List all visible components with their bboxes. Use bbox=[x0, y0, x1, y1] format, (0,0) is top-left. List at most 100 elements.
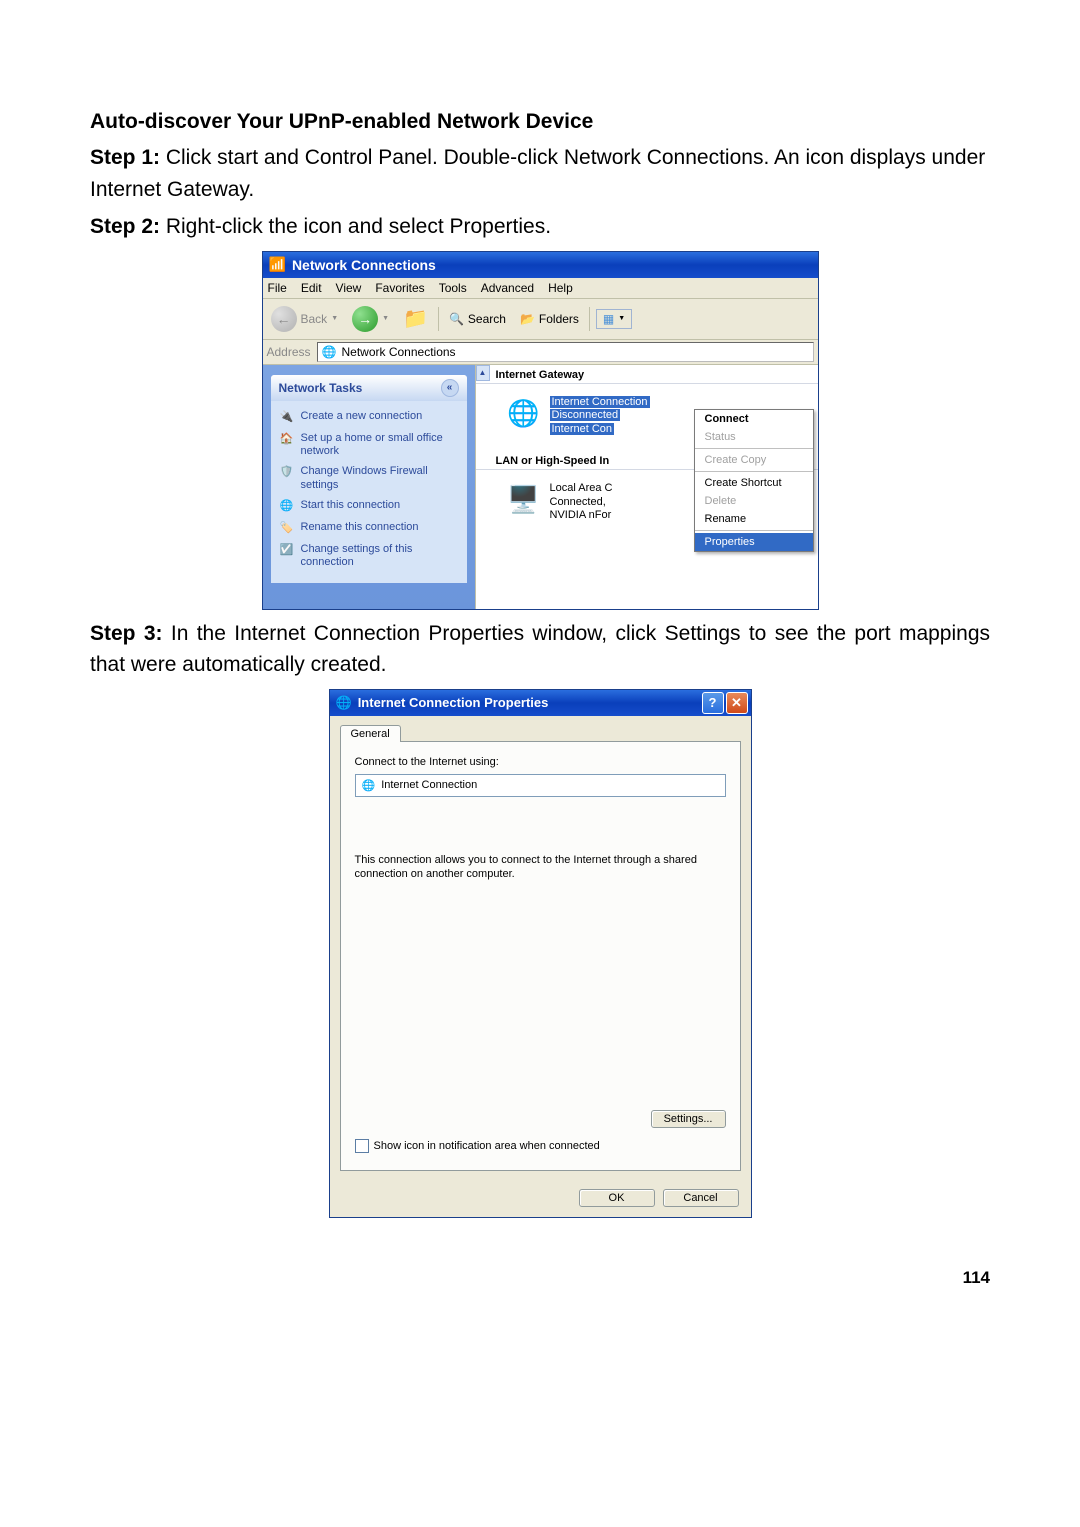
separator bbox=[695, 530, 813, 531]
task-change-settings[interactable]: ☑️ Change settings of this connection bbox=[279, 540, 459, 574]
menu-connect[interactable]: Connect bbox=[695, 410, 813, 428]
task-pane-header[interactable]: Network Tasks « bbox=[271, 375, 467, 401]
show-icon-checkbox[interactable]: Show icon in notification area when conn… bbox=[355, 1139, 600, 1153]
rename-icon: 🏷️ bbox=[279, 521, 295, 537]
item-status: Disconnected bbox=[550, 409, 621, 421]
back-arrow-icon: ← bbox=[271, 306, 297, 332]
menu-file[interactable]: File bbox=[268, 281, 287, 295]
menu-edit[interactable]: Edit bbox=[301, 281, 322, 295]
help-button[interactable]: ? bbox=[702, 692, 724, 714]
step1-label: Step 1: bbox=[90, 146, 160, 169]
forward-arrow-icon: → bbox=[352, 306, 378, 332]
address-label: Address bbox=[267, 345, 311, 359]
views-button[interactable]: ▦ ▼ bbox=[596, 309, 632, 329]
separator bbox=[695, 448, 813, 449]
collapse-icon[interactable]: « bbox=[441, 379, 459, 397]
step2-label: Step 2: bbox=[90, 215, 160, 238]
globe-icon: 🌐 bbox=[336, 695, 352, 711]
task-firewall-settings[interactable]: 🛡️ Change Windows Firewall settings bbox=[279, 462, 459, 496]
search-button[interactable]: 🔍 Search bbox=[445, 310, 510, 328]
group-internet-gateway: Internet Gateway bbox=[476, 365, 818, 384]
globe-icon: 🌐 bbox=[362, 779, 376, 792]
item-name: Local Area C bbox=[550, 482, 613, 494]
menu-delete: Delete bbox=[695, 492, 813, 510]
search-label: Search bbox=[468, 312, 506, 326]
properties-dialog: 🌐 Internet Connection Properties ? ✕ Gen… bbox=[329, 689, 752, 1218]
up-button[interactable]: 📁 bbox=[399, 304, 432, 333]
connection-field[interactable]: 🌐 Internet Connection bbox=[355, 774, 726, 797]
up-folder-icon: 📁 bbox=[403, 306, 428, 331]
menu-bar[interactable]: File Edit View Favorites Tools Advanced … bbox=[263, 278, 818, 299]
globe-icon: 🌐 bbox=[506, 396, 542, 432]
step1-text: Click start and Control Panel. Double-cl… bbox=[90, 146, 985, 201]
address-field[interactable]: 🌐 Network Connections bbox=[317, 342, 814, 362]
back-button: ← Back ▼ bbox=[267, 304, 343, 334]
menu-rename[interactable]: Rename bbox=[695, 510, 813, 528]
dialog-title: Internet Connection Properties bbox=[358, 695, 549, 710]
menu-status: Status bbox=[695, 428, 813, 446]
chevron-down-icon: ▼ bbox=[382, 315, 389, 322]
checkbox-label: Show icon in notification area when conn… bbox=[374, 1140, 600, 1152]
forward-button[interactable]: → ▼ bbox=[348, 304, 393, 334]
step3-label: Step 3: bbox=[90, 622, 163, 645]
connect-using-label: Connect to the Internet using: bbox=[355, 756, 726, 768]
close-button[interactable]: ✕ bbox=[726, 692, 748, 714]
item-status: Connected, bbox=[550, 496, 606, 508]
menu-properties[interactable]: Properties bbox=[695, 533, 813, 551]
menu-tools[interactable]: Tools bbox=[439, 281, 467, 295]
settings-button[interactable]: Settings... bbox=[651, 1110, 726, 1128]
network-icon: 🌐 bbox=[322, 345, 337, 359]
titlebar: 🌐 Internet Connection Properties ? ✕ bbox=[330, 690, 751, 716]
toolbar: ← Back ▼ → ▼ 📁 🔍 Search 📂 Folders bbox=[263, 299, 818, 340]
task-label: Rename this connection bbox=[301, 521, 419, 535]
content-pane: ▲ Internet Gateway 🌐 Internet Connection… bbox=[475, 365, 818, 609]
task-start-connection[interactable]: 🌐 Start this connection bbox=[279, 496, 459, 518]
step3-text: In the Internet Connection Properties wi… bbox=[90, 622, 990, 677]
section-heading: Auto-discover Your UPnP-enabled Network … bbox=[90, 110, 990, 134]
folders-button[interactable]: 📂 Folders bbox=[516, 310, 583, 328]
network-adapter-icon: 🖥️ bbox=[506, 482, 542, 518]
network-connections-window: 📶 Network Connections File Edit View Fav… bbox=[262, 251, 819, 610]
task-rename-connection[interactable]: 🏷️ Rename this connection bbox=[279, 518, 459, 540]
item-name-selected: Internet Connection bbox=[550, 396, 650, 408]
menu-view[interactable]: View bbox=[336, 281, 362, 295]
search-icon: 🔍 bbox=[449, 312, 464, 326]
back-label: Back bbox=[301, 312, 328, 326]
menu-advanced[interactable]: Advanced bbox=[481, 281, 534, 295]
folders-icon: 📂 bbox=[520, 312, 535, 326]
address-bar: Address 🌐 Network Connections bbox=[263, 340, 818, 365]
ok-button[interactable]: OK bbox=[579, 1189, 655, 1207]
separator bbox=[438, 307, 439, 331]
task-pane: Network Tasks « 🔌 Create a new connectio… bbox=[263, 365, 475, 609]
menu-create-shortcut[interactable]: Create Shortcut bbox=[695, 474, 813, 492]
tab-panel: Connect to the Internet using: 🌐 Interne… bbox=[340, 741, 741, 1171]
address-value: Network Connections bbox=[341, 345, 455, 359]
separator bbox=[695, 471, 813, 472]
globe-icon: 🌐 bbox=[279, 499, 295, 515]
titlebar: 📶 Network Connections bbox=[263, 252, 818, 278]
task-label: Change Windows Firewall settings bbox=[301, 465, 459, 493]
task-label: Start this connection bbox=[301, 499, 401, 513]
properties-icon: ☑️ bbox=[279, 543, 295, 559]
cancel-button[interactable]: Cancel bbox=[663, 1189, 739, 1207]
menu-favorites[interactable]: Favorites bbox=[375, 281, 424, 295]
tab-general[interactable]: General bbox=[340, 725, 401, 742]
views-icon: ▦ bbox=[603, 312, 614, 326]
scroll-up-icon[interactable]: ▲ bbox=[476, 365, 490, 381]
menu-help[interactable]: Help bbox=[548, 281, 573, 295]
context-menu[interactable]: Connect Status Create Copy Create Shortc… bbox=[694, 409, 814, 552]
chevron-down-icon: ▼ bbox=[618, 315, 625, 322]
window-title: Network Connections bbox=[292, 257, 436, 273]
task-create-connection[interactable]: 🔌 Create a new connection bbox=[279, 407, 459, 429]
task-label: Change settings of this connection bbox=[301, 543, 459, 571]
connection-name: Internet Connection bbox=[381, 779, 477, 791]
chevron-down-icon: ▼ bbox=[331, 315, 338, 322]
firewall-icon: 🛡️ bbox=[279, 465, 295, 481]
step3-paragraph: Step 3: In the Internet Connection Prope… bbox=[90, 618, 990, 681]
task-setup-network[interactable]: 🏠 Set up a home or small office network bbox=[279, 429, 459, 463]
step2-paragraph: Step 2: Right-click the icon and select … bbox=[90, 211, 990, 243]
task-pane-title: Network Tasks bbox=[279, 381, 363, 395]
wizard-icon: 🔌 bbox=[279, 410, 295, 426]
checkbox-box[interactable] bbox=[355, 1139, 369, 1153]
home-network-icon: 🏠 bbox=[279, 432, 295, 448]
